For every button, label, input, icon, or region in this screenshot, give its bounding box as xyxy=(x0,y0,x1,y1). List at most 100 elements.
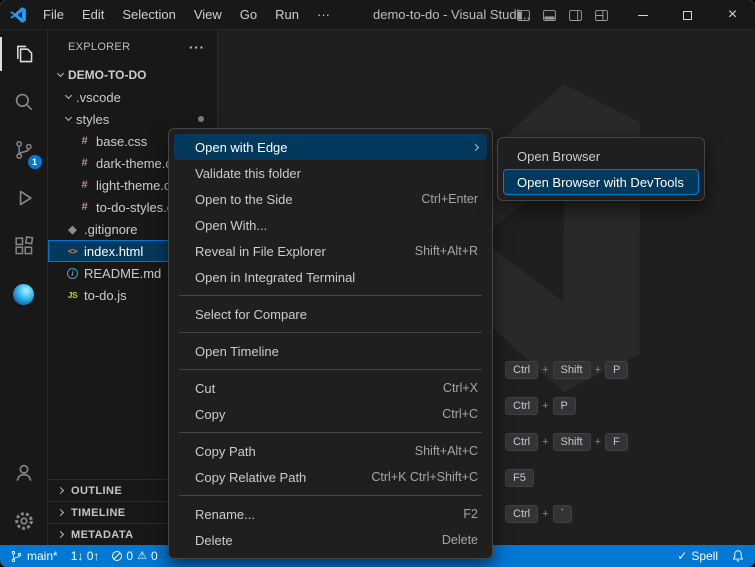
status-bar-right: ✓ Spell xyxy=(677,545,745,567)
menu-item[interactable]: Reveal in File Explorer Shift+Alt+R xyxy=(174,238,487,264)
menu-item-label: Copy Path xyxy=(195,444,395,459)
menu-item[interactable]: Open with Edge xyxy=(174,134,487,160)
css-file-icon: # xyxy=(78,179,91,191)
chevron-down-icon xyxy=(65,114,72,121)
menu-item-label: Open With... xyxy=(195,218,478,233)
maximize-icon xyxy=(683,11,692,20)
warning-icon: ⚠ xyxy=(137,551,147,562)
menu-item[interactable]: Copy PathShift+Alt+C xyxy=(174,438,487,464)
key-chip: Shift xyxy=(553,361,591,379)
error-icon xyxy=(112,551,122,561)
html-file-icon: <> xyxy=(66,246,79,256)
notifications-button[interactable] xyxy=(731,545,745,567)
menubar-item[interactable]: File xyxy=(34,4,73,26)
explorer-title: EXPLORER xyxy=(68,41,130,53)
menubar-item[interactable]: Selection xyxy=(113,4,184,26)
accounts-button[interactable] xyxy=(0,449,48,497)
menu-item-shortcut: F2 xyxy=(463,507,478,521)
watermark-shortcuts: Ctrl+Shift+PCtrl+PCtrl+Shift+FF5Ctrl+` xyxy=(505,360,628,540)
maximize-button[interactable] xyxy=(665,0,710,30)
tree-item[interactable]: DEMO-TO-DO xyxy=(48,64,217,86)
tree-item[interactable]: styles xyxy=(48,108,217,130)
menu-item[interactable]: Select for Compare xyxy=(174,301,487,327)
menubar-item[interactable]: Edit xyxy=(73,4,113,26)
submenu-item[interactable]: Open Browser with DevTools xyxy=(503,169,699,195)
css-file-icon: # xyxy=(78,157,91,169)
key-chip: F xyxy=(605,433,628,451)
menu-item[interactable]: Validate this folder xyxy=(174,160,487,186)
extensions-activity-button[interactable] xyxy=(0,222,48,270)
submenu-item[interactable]: Open Browser xyxy=(503,143,699,169)
menu-item-shortcut: Shift+Alt+R xyxy=(415,244,478,258)
menu-item[interactable]: Open Timeline xyxy=(174,338,487,364)
key-chip: P xyxy=(605,361,628,379)
menu-item[interactable]: Rename...F2 xyxy=(174,501,487,527)
customize-layout-icon[interactable] xyxy=(594,8,609,23)
shortcut-row: Ctrl+` xyxy=(505,504,628,524)
shortcut-row: F5 xyxy=(505,468,628,488)
git-file-icon: ◆ xyxy=(66,223,79,236)
settings-button[interactable] xyxy=(0,497,48,545)
explorer-header: EXPLORER ··· xyxy=(48,30,217,64)
toggle-sidebar-icon[interactable] xyxy=(516,8,531,23)
toggle-panel-icon[interactable] xyxy=(542,8,557,23)
plus-separator: + xyxy=(542,508,548,520)
menubar-item[interactable]: ··· xyxy=(308,4,339,26)
more-actions-icon[interactable]: ··· xyxy=(189,40,205,55)
chevron-right-icon xyxy=(57,487,64,494)
menu-item-shortcut: Delete xyxy=(442,533,478,547)
activity-bar-bottom xyxy=(0,449,48,545)
menubar-item[interactable]: View xyxy=(185,4,231,26)
git-branch-status[interactable]: main* xyxy=(10,545,58,567)
source-control-activity-button[interactable]: 1 xyxy=(0,126,48,174)
menu-item-label: Delete xyxy=(195,533,422,548)
run-debug-activity-button[interactable] xyxy=(0,174,48,222)
menu-item-label: Copy xyxy=(195,407,422,422)
context-menu: Open with Edge Validate this folderOpen t… xyxy=(168,128,493,559)
menu-item[interactable]: Copy Relative PathCtrl+K Ctrl+Shift+C xyxy=(174,464,487,490)
menu-item-label: Reveal in File Explorer xyxy=(195,244,395,259)
close-button[interactable]: × xyxy=(710,0,755,30)
menu-item[interactable]: Open to the SideCtrl+Enter xyxy=(174,186,487,212)
menu-separator xyxy=(179,295,482,296)
menubar-item[interactable]: Go xyxy=(231,4,266,26)
key-chip: F5 xyxy=(505,469,534,487)
shortcut-row: Ctrl+Shift+F xyxy=(505,432,628,452)
tree-item-label: DEMO-TO-DO xyxy=(68,68,146,82)
modified-dot xyxy=(198,116,204,122)
tree-item-label: styles xyxy=(76,112,109,127)
spell-status[interactable]: ✓ Spell xyxy=(677,545,718,567)
menubar-item[interactable]: Run xyxy=(266,4,308,26)
files-icon xyxy=(13,43,35,65)
tree-item-label: base.css xyxy=(96,134,147,149)
account-icon xyxy=(13,462,35,484)
layout-controls xyxy=(516,0,609,30)
explorer-activity-button[interactable] xyxy=(0,30,48,78)
key-chip: Ctrl xyxy=(505,505,538,523)
edge-submenu: Open BrowserOpen Browser with DevTools xyxy=(497,137,705,201)
menu-item[interactable]: CopyCtrl+C xyxy=(174,401,487,427)
js-file-icon: JS xyxy=(66,290,79,300)
menu-item-label: Select for Compare xyxy=(195,307,478,322)
menu-item[interactable]: Open in Integrated Terminal xyxy=(174,264,487,290)
minimize-button[interactable] xyxy=(620,0,665,30)
plus-separator: + xyxy=(595,364,601,376)
problems-status[interactable]: 0 ⚠ 0 xyxy=(112,545,157,567)
activity-bar: 1 xyxy=(0,30,48,545)
plus-separator: + xyxy=(542,400,548,412)
menu-item-label: Open with Edge xyxy=(195,140,459,155)
edge-tools-activity-button[interactable] xyxy=(0,270,48,318)
menu-item-label: Copy Relative Path xyxy=(195,470,351,485)
menu-item[interactable]: Delete Delete xyxy=(174,527,487,553)
warning-count: 0 xyxy=(151,549,158,563)
menu-item[interactable]: CutCtrl+X xyxy=(174,375,487,401)
branch-icon xyxy=(10,550,23,563)
toggle-secondary-sidebar-icon[interactable] xyxy=(568,8,583,23)
menu-item[interactable]: Open With... xyxy=(174,212,487,238)
gear-icon xyxy=(13,510,35,532)
tree-item[interactable]: .vscode xyxy=(48,86,217,108)
sync-status[interactable]: 1↓ 0↑ xyxy=(71,545,100,567)
key-chip: Ctrl xyxy=(505,361,538,379)
tree-item-label: .gitignore xyxy=(84,222,137,237)
search-activity-button[interactable] xyxy=(0,78,48,126)
